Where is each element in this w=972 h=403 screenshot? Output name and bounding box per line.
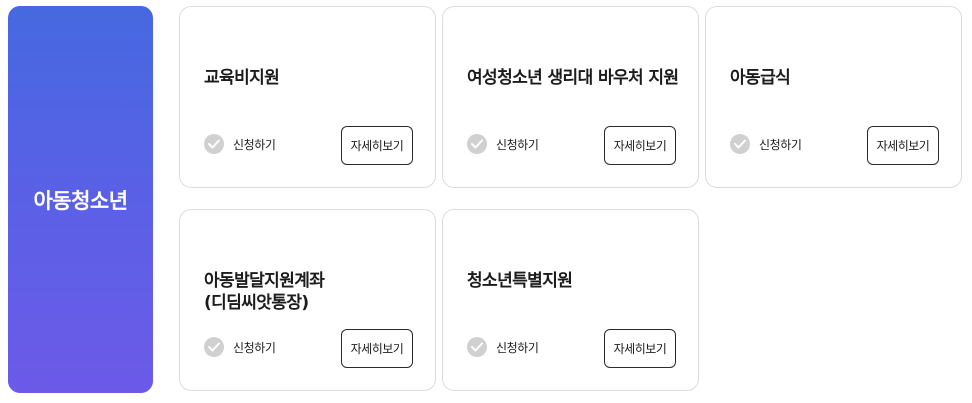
check-circle-icon [730, 134, 750, 154]
apply-status[interactable]: 신청하기 [730, 134, 802, 154]
benefit-card: 여성청소년 생리대 바우처 지원 신청하기 자세히보기 [442, 6, 699, 188]
benefit-card: 아동발달지원계좌(디딤씨앗통장) 신청하기 자세히보기 [179, 209, 436, 391]
benefit-card: 청소년특별지원 신청하기 자세히보기 [442, 209, 699, 391]
card-title: 교육비지원 [204, 68, 280, 88]
check-circle-icon [467, 134, 487, 154]
apply-label: 신청하기 [233, 340, 276, 355]
category-title: 아동청소년 [33, 188, 128, 213]
apply-label: 신청하기 [233, 137, 276, 152]
apply-status[interactable]: 신청하기 [204, 134, 276, 154]
apply-label: 신청하기 [496, 137, 539, 152]
check-circle-icon [467, 337, 487, 357]
apply-status[interactable]: 신청하기 [467, 134, 539, 154]
card-title: 청소년특별지원 [467, 271, 573, 291]
card-title: 여성청소년 생리대 바우처 지원 [467, 68, 679, 88]
detail-button[interactable]: 자세히보기 [604, 329, 676, 368]
card-title: 아동발달지원계좌(디딤씨앗통장) [204, 271, 325, 313]
detail-button[interactable]: 자세히보기 [867, 126, 939, 165]
apply-status[interactable]: 신청하기 [467, 337, 539, 357]
benefit-card: 아동급식 신청하기 자세히보기 [705, 6, 962, 188]
detail-button[interactable]: 자세히보기 [341, 126, 413, 165]
check-circle-icon [204, 134, 224, 154]
apply-label: 신청하기 [759, 137, 802, 152]
card-title: 아동급식 [730, 68, 791, 88]
category-panel: 아동청소년 [8, 6, 153, 393]
apply-status[interactable]: 신청하기 [204, 337, 276, 357]
detail-button[interactable]: 자세히보기 [341, 329, 413, 368]
benefit-section: 아동청소년 교육비지원 신청하기 자세히보기 여성청소년 생리대 바우처 지원 … [0, 0, 972, 403]
benefit-card: 교육비지원 신청하기 자세히보기 [179, 6, 436, 188]
apply-label: 신청하기 [496, 340, 539, 355]
detail-button[interactable]: 자세히보기 [604, 126, 676, 165]
check-circle-icon [204, 337, 224, 357]
